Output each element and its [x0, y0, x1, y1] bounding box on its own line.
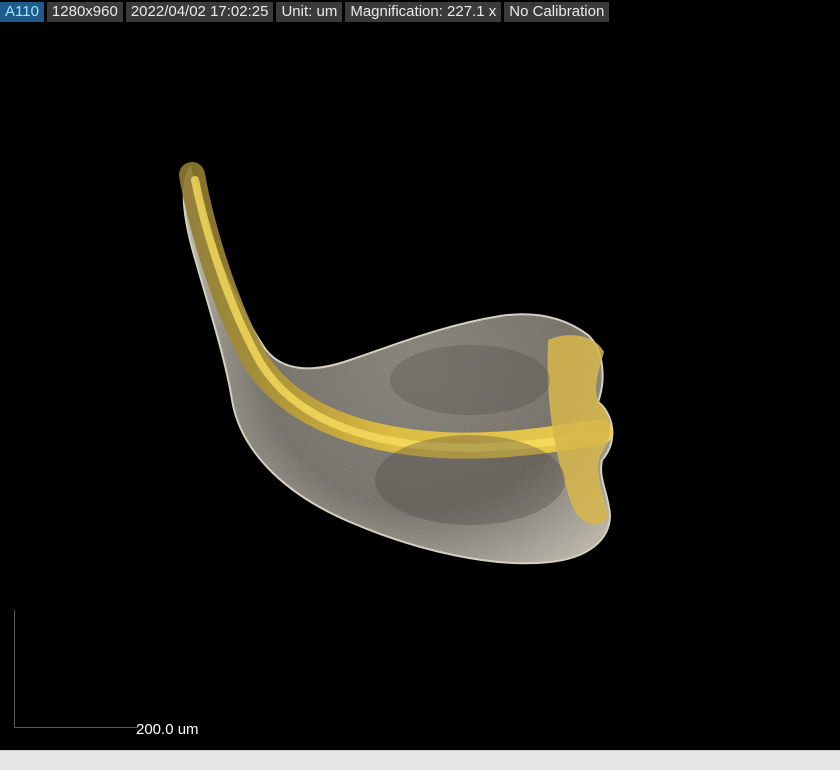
scale-bar [14, 610, 138, 728]
magnification-label: Magnification: 227.1 x [345, 2, 502, 22]
timestamp-label: 2022/04/02 17:02:25 [125, 2, 274, 22]
scale-bar-vertical [14, 610, 15, 728]
scale-bar-label: 200.0 um [136, 721, 199, 738]
scale-bar-horizontal [14, 727, 138, 728]
device-label: A110 [0, 2, 44, 22]
resolution-label: 1280x960 [46, 2, 123, 22]
status-bar [0, 750, 840, 770]
microscope-image-viewer[interactable]: A110 1280x960 2022/04/02 17:02:25 Unit: … [0, 0, 840, 750]
calibration-label: No Calibration [504, 2, 610, 22]
info-bar: A110 1280x960 2022/04/02 17:02:25 Unit: … [0, 2, 610, 22]
unit-label: Unit: um [276, 2, 343, 22]
